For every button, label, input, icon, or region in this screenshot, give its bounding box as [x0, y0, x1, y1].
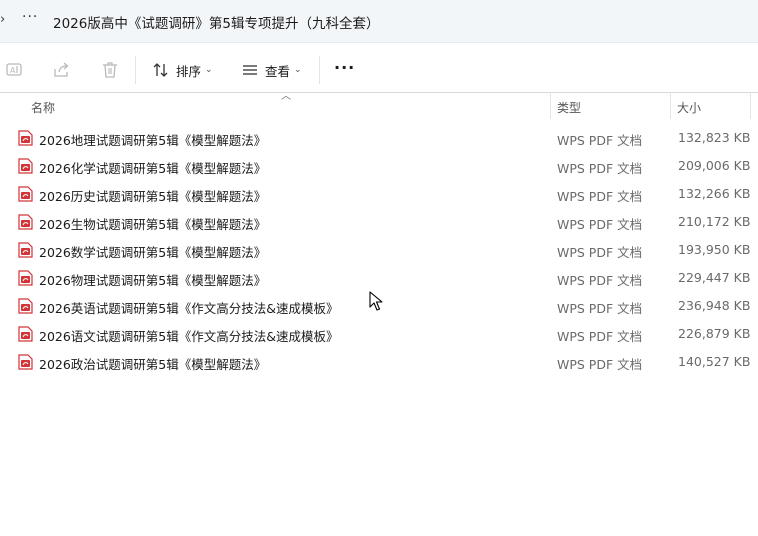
- file-type: WPS PDF 文档: [557, 245, 643, 260]
- file-name: 2026数学试题调研第5辑《模型解题法》: [39, 245, 267, 260]
- mouse-cursor-icon: [369, 291, 383, 311]
- pdf-file-icon: [18, 242, 33, 258]
- column-divider[interactable]: [670, 93, 671, 119]
- column-divider[interactable]: [550, 93, 551, 119]
- file-size: 132,266 KB: [678, 186, 751, 201]
- file-name: 2026历史试题调研第5辑《模型解题法》: [39, 189, 267, 204]
- share-icon[interactable]: [52, 60, 72, 80]
- file-type: WPS PDF 文档: [557, 301, 643, 316]
- file-name: 2026生物试题调研第5辑《模型解题法》: [39, 217, 267, 232]
- file-type: WPS PDF 文档: [557, 189, 643, 204]
- column-divider[interactable]: [750, 93, 751, 119]
- sort-ascending-icon: ︿: [281, 91, 291, 102]
- delete-icon[interactable]: [100, 60, 120, 80]
- file-name: 2026政治试题调研第5辑《模型解题法》: [39, 357, 267, 372]
- file-size: 226,879 KB: [678, 326, 751, 341]
- file-type: WPS PDF 文档: [557, 133, 643, 148]
- file-size: 210,172 KB: [678, 214, 751, 229]
- file-name: 2026地理试题调研第5辑《模型解题法》: [39, 133, 267, 148]
- svg-text:A: A: [10, 66, 16, 75]
- file-name: 2026语文试题调研第5辑《作文高分技法&速成模板》: [39, 329, 339, 344]
- chevron-down-icon: ⌄: [205, 65, 213, 75]
- column-header-size[interactable]: 大小: [677, 99, 701, 116]
- column-header-row: ︿ 名称 类型 大小: [0, 91, 758, 119]
- pdf-file-icon: [18, 326, 33, 342]
- column-header-type[interactable]: 类型: [557, 99, 581, 116]
- sort-label: 排序: [176, 63, 202, 79]
- file-type: WPS PDF 文档: [557, 217, 643, 232]
- file-size: 140,527 KB: [678, 354, 751, 369]
- file-size: 193,950 KB: [678, 242, 751, 257]
- file-row[interactable]: 2026化学试题调研第5辑《模型解题法》 WPS PDF 文档 209,006 …: [0, 152, 758, 180]
- view-label: 查看: [265, 63, 291, 79]
- address-bar[interactable]: › ··· 2026版高中《试题调研》第5辑专项提升（九科全套）: [0, 0, 758, 43]
- pdf-file-icon: [18, 130, 33, 146]
- file-row[interactable]: 2026政治试题调研第5辑《模型解题法》 WPS PDF 文档 140,527 …: [0, 348, 758, 376]
- file-type: WPS PDF 文档: [557, 161, 643, 176]
- chevron-right-icon[interactable]: ›: [0, 12, 5, 27]
- file-row[interactable]: 2026语文试题调研第5辑《作文高分技法&速成模板》 WPS PDF 文档 22…: [0, 320, 758, 348]
- file-size: 209,006 KB: [678, 158, 751, 173]
- file-type: WPS PDF 文档: [557, 357, 643, 372]
- file-size: 236,948 KB: [678, 298, 751, 313]
- pdf-file-icon: [18, 214, 33, 230]
- pdf-file-icon: [18, 186, 33, 202]
- toolbar-divider: [135, 56, 136, 84]
- pdf-file-icon: [18, 158, 33, 174]
- file-size: 229,447 KB: [678, 270, 751, 285]
- file-type: WPS PDF 文档: [557, 329, 643, 344]
- pdf-file-icon: [18, 298, 33, 314]
- file-row[interactable]: 2026地理试题调研第5辑《模型解题法》 WPS PDF 文档 132,823 …: [0, 124, 758, 152]
- file-row[interactable]: 2026数学试题调研第5辑《模型解题法》 WPS PDF 文档 193,950 …: [0, 236, 758, 264]
- pdf-file-icon: [18, 354, 33, 370]
- file-row[interactable]: 2026物理试题调研第5辑《模型解题法》 WPS PDF 文档 229,447 …: [0, 264, 758, 292]
- path-overflow-button[interactable]: ···: [22, 9, 38, 25]
- file-name: 2026英语试题调研第5辑《作文高分技法&速成模板》: [39, 301, 339, 316]
- command-bar: A 排序 ⌄ 查看 ⌄ ···: [0, 48, 758, 93]
- more-options-button[interactable]: ···: [334, 58, 355, 77]
- pdf-file-icon: [18, 270, 33, 286]
- view-icon: [243, 65, 257, 75]
- sort-icon: [153, 63, 168, 77]
- file-name: 2026物理试题调研第5辑《模型解题法》: [39, 273, 267, 288]
- toolbar-divider: [319, 56, 320, 84]
- chevron-down-icon: ⌄: [294, 65, 302, 75]
- file-size: 132,823 KB: [678, 130, 751, 145]
- file-type: WPS PDF 文档: [557, 273, 643, 288]
- file-row[interactable]: 2026历史试题调研第5辑《模型解题法》 WPS PDF 文档 132,266 …: [0, 180, 758, 208]
- file-row[interactable]: 2026生物试题调研第5辑《模型解题法》 WPS PDF 文档 210,172 …: [0, 208, 758, 236]
- view-button[interactable]: 查看 ⌄: [241, 60, 302, 80]
- sort-button[interactable]: 排序 ⌄: [152, 60, 213, 80]
- rename-icon[interactable]: A: [5, 60, 25, 80]
- file-name: 2026化学试题调研第5辑《模型解题法》: [39, 161, 267, 176]
- column-header-name[interactable]: 名称: [31, 99, 55, 116]
- breadcrumb[interactable]: 2026版高中《试题调研》第5辑专项提升（九科全套）: [53, 12, 379, 32]
